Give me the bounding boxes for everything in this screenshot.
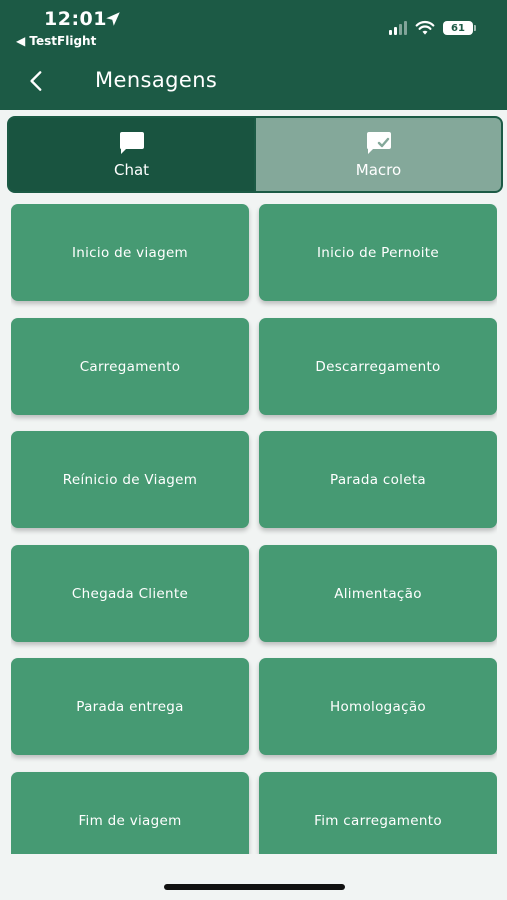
macro-button[interactable]: Chegada Cliente — [11, 545, 249, 642]
signal-icon — [389, 21, 407, 35]
back-arrow-icon[interactable] — [24, 68, 50, 94]
tab-chat[interactable]: Chat — [9, 118, 254, 191]
tab-macro-label: Macro — [355, 160, 402, 179]
home-indicator[interactable] — [164, 884, 345, 890]
status-time: 12:01 — [44, 8, 107, 30]
macro-button[interactable]: Homologação — [259, 658, 497, 755]
tab-macro[interactable]: Macro — [254, 118, 501, 191]
macro-button[interactable]: Descarregamento — [259, 318, 497, 415]
macro-button[interactable]: Parada entrega — [11, 658, 249, 755]
macro-button[interactable]: Fim carregamento — [259, 772, 497, 854]
status-back-app[interactable]: ◀ TestFlight — [16, 34, 96, 48]
status-indicators: 61 — [389, 20, 476, 36]
macro-button[interactable]: Inicio de Pernoite — [259, 204, 497, 301]
macro-grid: Inicio de viagem Inicio de Pernoite Carr… — [11, 204, 497, 854]
page-title: Mensagens — [95, 68, 218, 92]
macro-button[interactable]: Parada coleta — [259, 431, 497, 528]
macro-button[interactable]: Fim de viagem — [11, 772, 249, 854]
app-header: 12:01 ◀ TestFlight 61 Mensagens — [0, 0, 507, 110]
tab-chat-label: Chat — [113, 160, 150, 179]
battery-icon: 61 — [443, 21, 476, 35]
wifi-icon — [415, 20, 435, 35]
macro-button[interactable]: Reínicio de Viagem — [11, 431, 249, 528]
message-check-icon — [366, 131, 391, 154]
macro-button[interactable]: Carregamento — [11, 318, 249, 415]
tab-bar: Chat Macro — [7, 116, 503, 193]
macro-button[interactable]: Inicio de viagem — [11, 204, 249, 301]
location-arrow-icon — [106, 12, 120, 26]
macro-button[interactable]: Alimentação — [259, 545, 497, 642]
chat-bubble-icon — [119, 131, 144, 154]
